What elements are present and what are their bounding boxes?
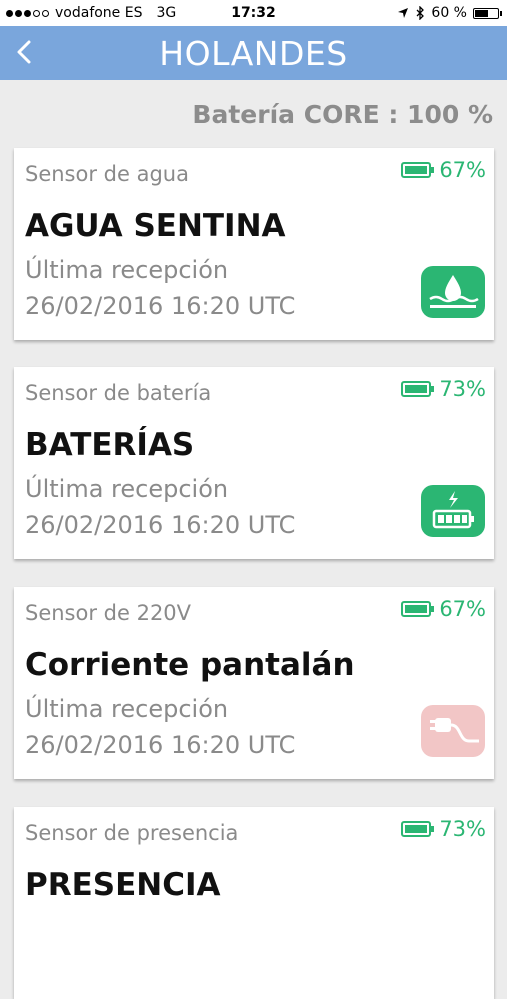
sensor-card-baterias[interactable]: Sensor de batería 73% BATERÍAS Última re…: [14, 367, 494, 559]
sensor-name: Corriente pantalán: [25, 647, 355, 683]
last-reception-date: 26/02/2016 16:20 UTC: [25, 292, 296, 320]
last-reception-label: Última recepción: [25, 695, 229, 723]
sensor-card-presencia[interactable]: Sensor de presencia 73% PRESENCIA: [14, 807, 494, 999]
sensor-type: Sensor de batería: [25, 381, 212, 405]
last-reception-label: Última recepción: [25, 256, 229, 284]
status-bar: vodafone ES 3G 17:32 60 %: [0, 0, 507, 26]
charging-battery-icon: [421, 485, 485, 537]
battery-icon: [401, 601, 435, 617]
battery-level-text: 67%: [439, 597, 486, 621]
battery-percent: 60 %: [431, 5, 467, 21]
last-reception-date: 26/02/2016 16:20 UTC: [25, 731, 296, 759]
last-reception-label: Última recepción: [25, 475, 229, 503]
sensor-battery-level: 73%: [401, 817, 486, 841]
core-battery-label: Batería CORE : 100 %: [192, 100, 493, 129]
battery-icon: [473, 7, 502, 19]
sensor-name: PRESENCIA: [25, 867, 221, 903]
water-drop-icon: [421, 266, 485, 318]
power-plug-icon: [421, 705, 485, 757]
battery-icon: [401, 381, 435, 397]
sensor-battery-level: 73%: [401, 377, 486, 401]
status-right: 60 %: [397, 5, 502, 21]
location-icon: [398, 8, 409, 18]
battery-level-text: 73%: [439, 817, 486, 841]
bluetooth-icon: [416, 6, 425, 20]
sensor-battery-level: 67%: [401, 158, 486, 182]
battery-icon: [401, 162, 435, 178]
page-title: HOLANDES: [159, 34, 348, 73]
sensor-battery-level: 67%: [401, 597, 486, 621]
nav-bar: HOLANDES: [0, 26, 507, 80]
battery-level-text: 67%: [439, 158, 486, 182]
sensor-name: AGUA SENTINA: [25, 208, 286, 244]
sensor-card-220v[interactable]: Sensor de 220V 67% Corriente pantalán Úl…: [14, 587, 494, 779]
sensor-type: Sensor de presencia: [25, 821, 239, 845]
battery-level-text: 73%: [439, 377, 486, 401]
battery-icon: [401, 821, 435, 837]
sensor-type: Sensor de 220V: [25, 601, 192, 625]
sensor-card-agua[interactable]: Sensor de agua 67% AGUA SENTINA Última r…: [14, 148, 494, 340]
sensor-type: Sensor de agua: [25, 162, 189, 186]
last-reception-date: 26/02/2016 16:20 UTC: [25, 511, 296, 539]
sensor-name: BATERÍAS: [25, 427, 195, 463]
